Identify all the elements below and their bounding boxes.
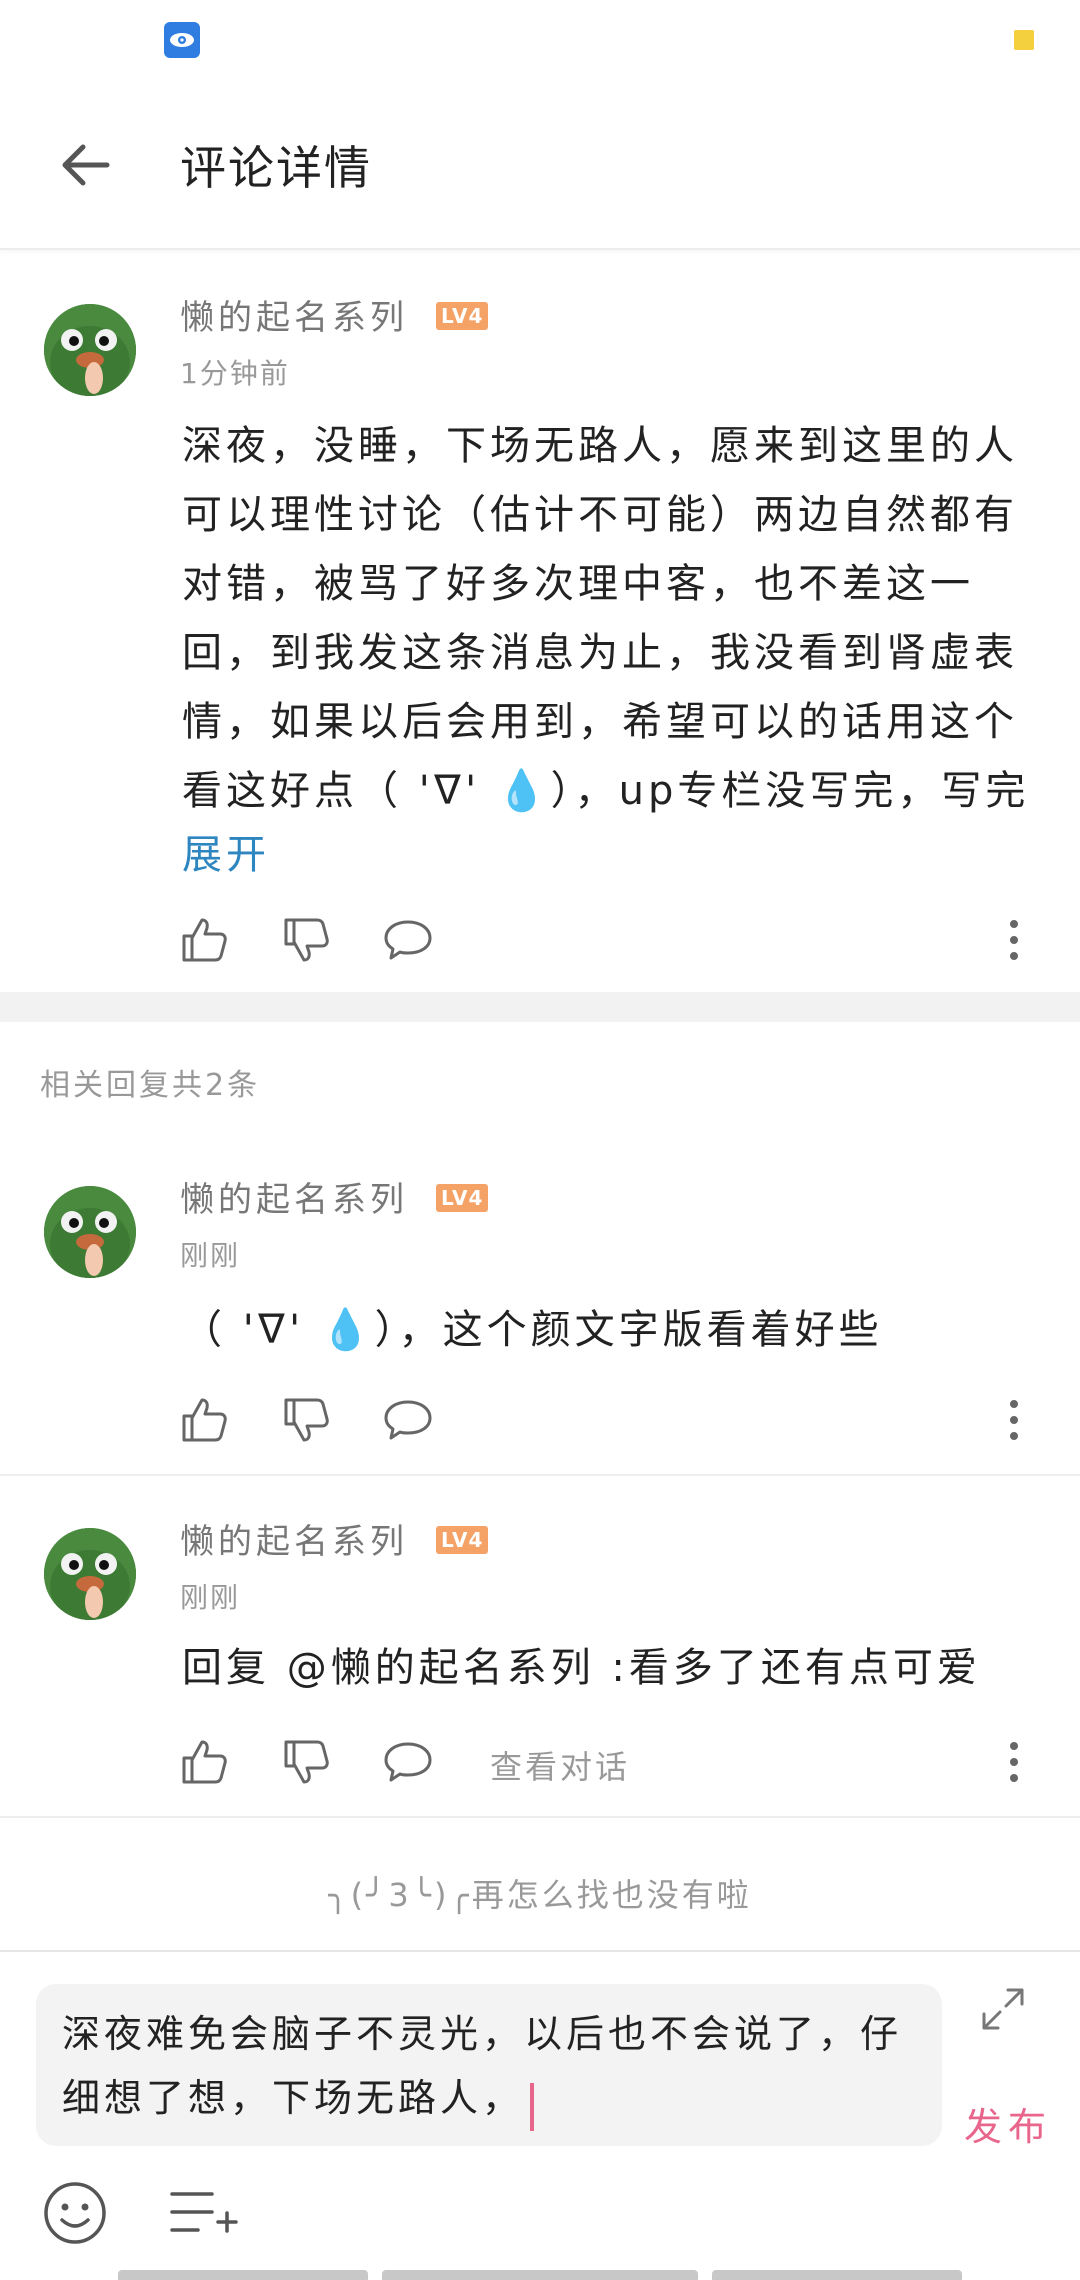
thumbs-down-icon (284, 918, 329, 962)
smiley-icon (44, 2182, 106, 2244)
timestamp: 刚刚 (180, 1239, 241, 1272)
speech-bubble-icon (384, 1400, 432, 1440)
thumbs-up-icon (182, 1740, 227, 1784)
related-replies-label: 相关回复共2条 (40, 1068, 261, 1103)
like-button[interactable] (174, 1732, 234, 1792)
like-button[interactable] (174, 910, 234, 970)
avatar[interactable] (44, 1186, 136, 1278)
username[interactable]: 懒的起名系列 (180, 1172, 408, 1221)
comment-input[interactable]: 深夜难免会脑子不灵光，以后也不会说了，仔细想了想，下场无路人， (36, 1984, 942, 2146)
timestamp: 刚刚 (180, 1581, 241, 1614)
more-vertical-icon (1010, 1400, 1018, 1440)
reply-item: 懒的起名系列 LV4 刚刚 回复 @懒的起名系列 :看多了还有点可爱 查看对话 (0, 1476, 1080, 1816)
more-button[interactable] (984, 1732, 1044, 1792)
reply-item: 懒的起名系列 LV4 刚刚 （ 'ᐁ' 💧），这个颜文字版看着好些 (0, 1134, 1080, 1474)
back-button[interactable] (50, 130, 120, 200)
dislike-button[interactable] (276, 1732, 336, 1792)
speech-bubble-icon (384, 1742, 432, 1782)
keyboard-hint-bar (382, 2270, 698, 2280)
back-arrow-icon (62, 144, 110, 186)
reply-actions (0, 1390, 1080, 1450)
page-title: 评论详情 (180, 141, 372, 195)
level-badge: LV4 (436, 302, 489, 330)
username[interactable]: 懒的起名系列 (180, 1514, 408, 1563)
view-conversation-link[interactable]: 查看对话 (490, 1742, 630, 1788)
more-button[interactable] (984, 1390, 1044, 1450)
main-comment: 懒的起名系列 LV4 1分钟前 深夜，没睡，下场无路人，愿来到这里的人可以理性讨… (0, 250, 1080, 990)
comment-actions (0, 910, 1080, 970)
section-divider (0, 992, 1080, 1022)
level-badge: LV4 (436, 1526, 489, 1554)
status-bar (0, 0, 1080, 80)
reply-divider (0, 1816, 1080, 1818)
thumbs-down-icon (284, 1740, 329, 1784)
speech-bubble-icon (384, 920, 432, 960)
emoji-button[interactable] (42, 2180, 108, 2246)
avatar[interactable] (44, 1528, 136, 1620)
expand-icon (982, 1988, 1024, 2030)
reply-actions: 查看对话 (0, 1732, 1080, 1792)
expand-link[interactable]: 展开 (182, 822, 270, 880)
reply-button[interactable] (378, 1732, 438, 1792)
more-vertical-icon (1010, 920, 1018, 960)
notification-icon (1014, 30, 1034, 50)
comment-input-text: 深夜难免会脑子不灵光，以后也不会说了，仔细想了想，下场无路人， (62, 2012, 903, 2120)
thumbs-up-icon (182, 918, 227, 962)
text-caret (530, 2082, 535, 2131)
expand-composer-button[interactable] (978, 1984, 1028, 2034)
reply-button[interactable] (378, 910, 438, 970)
comment-text: 深夜，没睡，下场无路人，愿来到这里的人可以理性讨论（估计不可能）两边自然都有对错… (182, 423, 1030, 814)
reply-text: 回复 @懒的起名系列 :看多了还有点可爱 (182, 1645, 981, 1691)
reply-text: （ 'ᐁ' 💧），这个颜文字版看着好些 (182, 1307, 883, 1353)
eye-icon (164, 22, 200, 58)
dislike-button[interactable] (276, 910, 336, 970)
top-bar: 评论详情 (0, 80, 1080, 250)
composer-divider (0, 1950, 1080, 1952)
level-badge: LV4 (436, 1184, 489, 1212)
like-button[interactable] (174, 1390, 234, 1450)
end-of-list-text: ╮(╯3╰)╭再怎么找也没有啦 (328, 1876, 752, 1914)
dislike-button[interactable] (276, 1390, 336, 1450)
publish-button[interactable]: 发布 (964, 2096, 1052, 2151)
keyboard-hint-bar (712, 2270, 962, 2280)
timestamp: 1分钟前 (180, 357, 290, 390)
more-button[interactable] (984, 910, 1044, 970)
playlist-add-icon (170, 2192, 238, 2233)
thumbs-up-icon (182, 1398, 227, 1442)
reply-button[interactable] (378, 1390, 438, 1450)
keyboard-hint-bar (118, 2270, 368, 2280)
avatar[interactable] (44, 304, 136, 396)
more-vertical-icon (1010, 1742, 1018, 1782)
add-list-button[interactable] (168, 2186, 238, 2242)
thumbs-down-icon (284, 1398, 329, 1442)
username[interactable]: 懒的起名系列 (180, 290, 408, 339)
